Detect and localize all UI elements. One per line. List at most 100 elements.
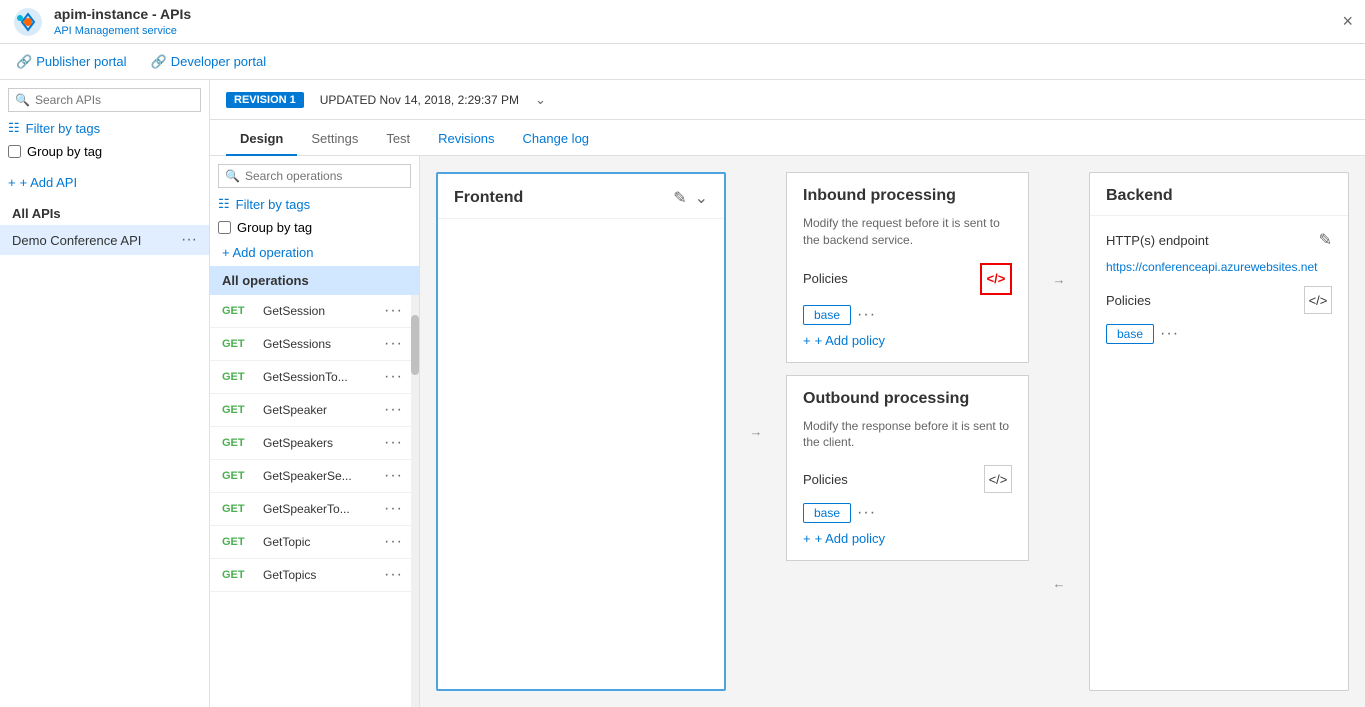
revision-updated: UPDATED Nov 14, 2018, 2:29:37 PM — [320, 93, 519, 107]
inbound-add-policy-button[interactable]: + + Add policy — [803, 333, 885, 348]
outbound-title: Outbound processing — [803, 390, 969, 408]
tab-test[interactable]: Test — [372, 123, 424, 156]
ops-scrollbar[interactable] — [411, 295, 419, 707]
design-panels: Frontend ✎ ⌄ → Inbo — [420, 156, 1365, 707]
all-operations-item[interactable]: All operations — [210, 266, 419, 295]
arrow-to-inbound: → — [738, 172, 774, 691]
top-nav: 🔗 Publisher portal 🔗 Developer portal — [0, 44, 1365, 80]
backend-policies-row: Policies </> — [1106, 286, 1332, 314]
outbound-description: Modify the response before it is sent to… — [803, 418, 1012, 452]
frontend-edit-button[interactable]: ✎ — [673, 188, 686, 208]
outbound-panel: Outbound processing Modify the response … — [786, 375, 1029, 562]
op-more-3[interactable]: ··· — [384, 401, 403, 419]
op-item-getspeaker[interactable]: GET GetSpeaker ··· — [210, 394, 411, 427]
backend-code-icon: </> — [1309, 293, 1328, 308]
api-item-demo[interactable]: Demo Conference API ··· — [0, 225, 209, 255]
frontend-header: Frontend ✎ ⌄ — [438, 174, 724, 219]
add-operation-button[interactable]: + Add operation — [210, 239, 419, 266]
op-more-2[interactable]: ··· — [384, 368, 403, 386]
app-subtitle: API Management service — [54, 25, 177, 37]
outbound-more-button[interactable]: ··· — [857, 504, 876, 522]
outbound-policies-label: Policies — [803, 472, 848, 487]
op-name-gettopics: GetTopics — [263, 568, 373, 582]
outbound-code-button[interactable]: </> — [984, 465, 1012, 493]
op-method-get3: GET — [222, 404, 252, 416]
tab-changelog[interactable]: Change log — [509, 123, 604, 156]
op-name-getsessions: GetSessions — [263, 337, 373, 351]
tabs: Design Settings Test Revisions Change lo… — [210, 120, 1365, 156]
revision-bar: REVISION 1 UPDATED Nov 14, 2018, 2:29:37… — [210, 80, 1365, 120]
ops-group-by-tag[interactable]: Group by tag — [218, 220, 411, 235]
op-more-7[interactable]: ··· — [384, 533, 403, 551]
op-more-5[interactable]: ··· — [384, 467, 403, 485]
revision-chevron-icon[interactable]: ⌄ — [535, 92, 546, 108]
op-more-6[interactable]: ··· — [384, 500, 403, 518]
search-operations-input[interactable] — [218, 164, 411, 188]
close-button[interactable]: × — [1342, 11, 1353, 32]
content-area: REVISION 1 UPDATED Nov 14, 2018, 2:29:37… — [210, 80, 1365, 707]
op-item-getspeakerto[interactable]: GET GetSpeakerTo... ··· — [210, 493, 411, 526]
op-item-getsession[interactable]: GET GetSession ··· — [210, 295, 411, 328]
title-bar: apim-instance - APIs API Management serv… — [0, 0, 1365, 44]
sidebar: 🔍 ☷ Filter by tags Group by tag + + Add … — [0, 80, 210, 707]
backend-more-button[interactable]: ··· — [1160, 325, 1179, 343]
outbound-add-plus-icon: + — [803, 531, 811, 546]
op-name-getsession: GetSession — [263, 304, 373, 318]
code-icon: </> — [987, 271, 1006, 286]
frontend-chevron-button[interactable]: ⌄ — [695, 188, 708, 208]
developer-portal-link[interactable]: 🔗 Developer portal — [151, 54, 267, 70]
backend-edit-button[interactable]: ✎ — [1319, 230, 1332, 250]
ops-filter-tags[interactable]: ☷ Filter by tags — [218, 196, 411, 212]
outbound-header: Outbound processing — [803, 390, 1012, 418]
inbound-base-tag[interactable]: base — [803, 305, 851, 325]
tab-revisions[interactable]: Revisions — [424, 123, 508, 156]
filter-by-tags[interactable]: ☷ Filter by tags — [8, 120, 201, 136]
tab-design[interactable]: Design — [226, 123, 297, 156]
filter-icon: ☷ — [8, 120, 20, 136]
title-text: apim-instance - APIs API Management serv… — [54, 6, 191, 37]
op-item-getspeakers[interactable]: GET GetSpeakers ··· — [210, 427, 411, 460]
endpoint-url: https://conferenceapi.azurewebsites.net — [1106, 260, 1332, 274]
inbound-code-button[interactable]: </> — [980, 263, 1012, 295]
outbound-add-policy-button[interactable]: + + Add policy — [803, 531, 885, 546]
op-name-getspeakerto: GetSpeakerTo... — [263, 502, 373, 516]
api-item-ellipsis[interactable]: ··· — [177, 231, 201, 249]
app-icon — [12, 6, 44, 38]
op-item-getsessionto[interactable]: GET GetSessionTo... ··· — [210, 361, 411, 394]
inbound-policies-row: Policies </> — [803, 263, 1012, 295]
app-title: apim-instance - APIs — [54, 6, 191, 22]
backend-code-button[interactable]: </> — [1304, 286, 1332, 314]
op-method-get1: GET — [222, 338, 252, 350]
backend-title: Backend — [1106, 187, 1173, 205]
add-policy-plus-icon: + — [803, 333, 811, 348]
all-apis-label: All APIs — [0, 202, 209, 225]
outbound-base-tag[interactable]: base — [803, 503, 851, 523]
tab-settings[interactable]: Settings — [297, 123, 372, 156]
op-method-get4: GET — [222, 437, 252, 449]
op-more-8[interactable]: ··· — [384, 566, 403, 584]
op-more-0[interactable]: ··· — [384, 302, 403, 320]
op-name-getspeaker: GetSpeaker — [263, 403, 373, 417]
ops-search-icon: 🔍 — [225, 169, 240, 183]
inbound-more-button[interactable]: ··· — [857, 306, 876, 324]
add-api-button[interactable]: + + Add API — [8, 175, 201, 190]
main-layout: 🔍 ☷ Filter by tags Group by tag + + Add … — [0, 80, 1365, 707]
frontend-actions: ✎ ⌄ — [673, 188, 708, 208]
op-more-1[interactable]: ··· — [384, 335, 403, 353]
op-item-getspeakerse[interactable]: GET GetSpeakerSe... ··· — [210, 460, 411, 493]
operations-scroll[interactable]: GET GetSession ··· GET GetSessions ··· G… — [210, 295, 411, 707]
publisher-portal-link[interactable]: 🔗 Publisher portal — [16, 54, 127, 70]
search-apis-input[interactable] — [8, 88, 201, 112]
op-more-4[interactable]: ··· — [384, 434, 403, 452]
op-name-getspeakerse: GetSpeakerSe... — [263, 469, 373, 483]
op-item-getsessions[interactable]: GET GetSessions ··· — [210, 328, 411, 361]
op-name-getspeakers: GetSpeakers — [263, 436, 373, 450]
backend-base-tag[interactable]: base — [1106, 324, 1154, 344]
inbound-header: Inbound processing — [803, 187, 1012, 215]
op-item-gettopic[interactable]: GET GetTopic ··· — [210, 526, 411, 559]
outbound-base-tag-row: base ··· — [803, 503, 1012, 523]
op-item-gettopics[interactable]: GET GetTopics ··· — [210, 559, 411, 592]
group-by-tag-sidebar[interactable]: Group by tag — [8, 144, 201, 159]
ops-group-checkbox[interactable] — [218, 221, 231, 234]
group-by-tag-checkbox[interactable] — [8, 145, 21, 158]
